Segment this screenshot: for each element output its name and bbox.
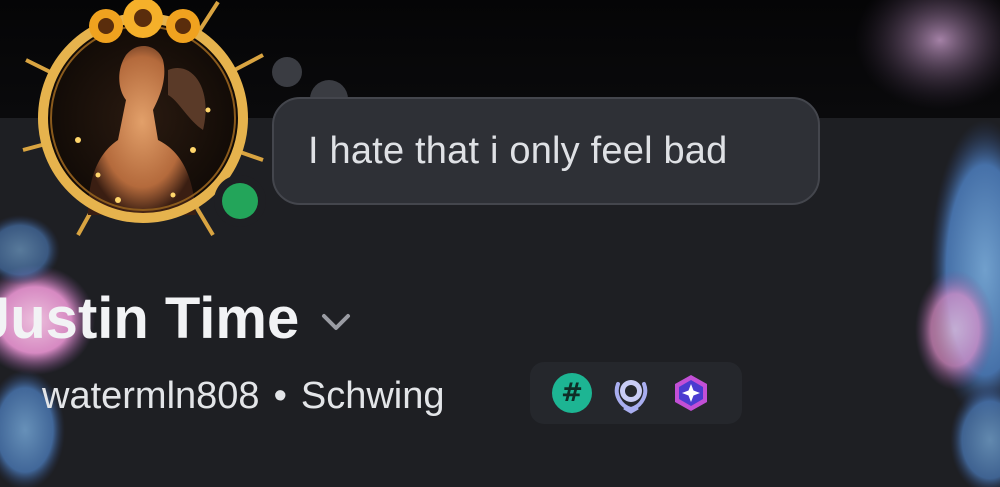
display-name: Justin Time [0,285,300,351]
separator-dot: • [273,374,287,417]
custom-status-text: I hate that i only feel bad [308,129,728,172]
online-status-indicator [214,175,266,227]
username-row: watermln808 • Schwing [42,364,445,428]
display-name-row[interactable]: Justin Time [0,278,351,358]
nitro-gem-badge-icon[interactable] [670,372,712,414]
thought-dot-small [272,57,302,87]
badge-list: # [530,362,742,424]
custom-status-bubble[interactable]: I hate that i only feel bad [272,97,820,205]
chevron-down-icon[interactable] [321,312,351,332]
pronouns: Schwing [300,374,445,417]
laurel-badge-icon[interactable] [610,372,652,414]
username: watermln808 [42,374,260,417]
avatar[interactable] [18,0,268,240]
hashtag-badge-icon[interactable]: # [552,373,592,413]
